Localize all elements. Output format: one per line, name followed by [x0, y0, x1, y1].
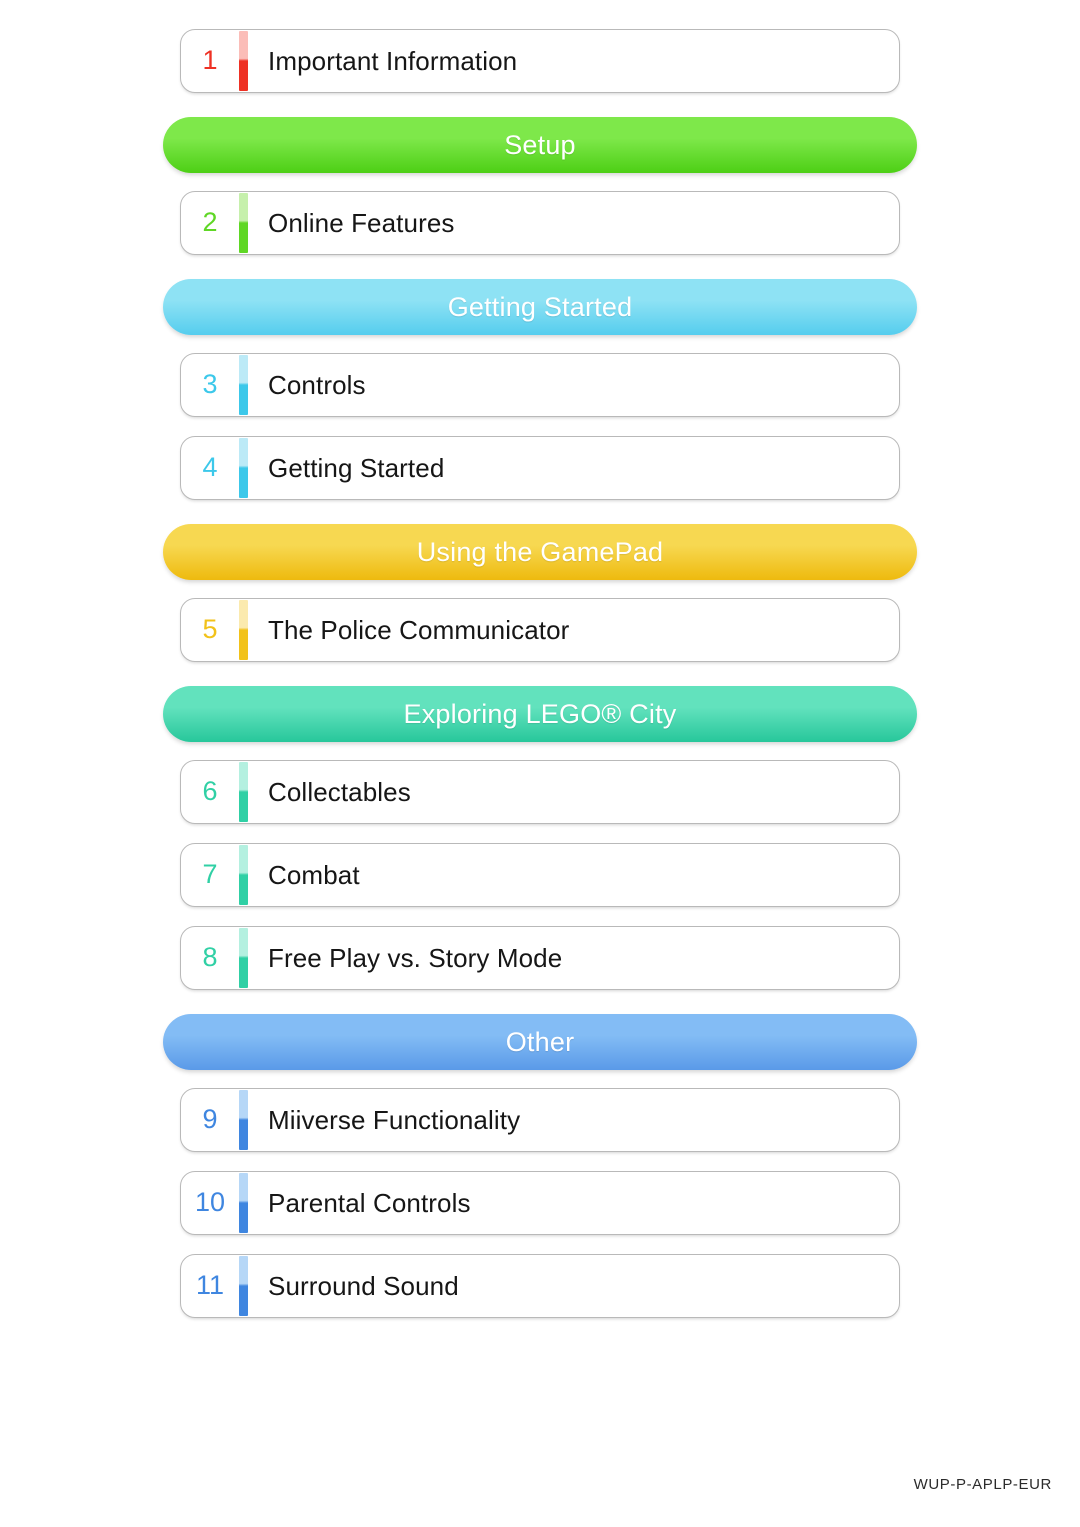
toc-entry-label: Controls [268, 369, 366, 400]
toc-entry-number: 9 [202, 1104, 218, 1134]
section-header-exploring-lego-city: Exploring LEGO® City [163, 686, 917, 742]
section-header-other: Other [163, 1014, 917, 1070]
product-code-label: WUP-P-APLP-EUR [913, 1476, 1052, 1493]
toc-entry-number: 7 [202, 859, 218, 889]
section-header-using-the-gamepad: Using the GamePad [163, 524, 917, 580]
toc-entry-label: Combat [268, 859, 360, 890]
section-header-label: Getting Started [447, 291, 633, 322]
toc-entry-number: 3 [202, 369, 218, 399]
section-header-getting-started: Getting Started [163, 279, 917, 335]
toc-entry-number: 5 [202, 614, 218, 644]
toc-entry-color-bar [239, 31, 248, 91]
toc-entry-1[interactable]: 1 Important Information [180, 29, 900, 93]
toc-entry-number: 11 [195, 1270, 225, 1300]
toc-entry-label: Miiverse Functionality [268, 1104, 521, 1135]
section-header-setup: Setup [163, 117, 917, 173]
section-header-label: Using the GamePad [416, 536, 664, 567]
section-header-label: Other [505, 1026, 575, 1057]
toc-entry-label: Parental Controls [268, 1187, 471, 1218]
table-of-contents: 1 Important Information Setup 2 Online Featu… [0, 0, 1080, 1318]
toc-entry-11[interactable]: 11 Surround Sound [180, 1254, 900, 1318]
toc-entry-label: Surround Sound [268, 1270, 459, 1301]
toc-entry-4[interactable]: 4 Getting Started [180, 436, 900, 500]
toc-entry-color-bar [239, 1090, 248, 1150]
toc-entry-label: Getting Started [268, 452, 445, 483]
toc-entry-number: 6 [202, 776, 218, 806]
toc-entry-10[interactable]: 10 Parental Controls [180, 1171, 900, 1235]
toc-entry-number: 2 [202, 207, 218, 237]
toc-entry-number: 10 [194, 1187, 226, 1217]
toc-entry-number: 4 [202, 452, 218, 482]
toc-entry-number: 8 [202, 942, 218, 972]
toc-entry-label: Collectables [268, 776, 411, 807]
toc-entry-label: Important Information [268, 45, 518, 76]
toc-entry-3[interactable]: 3 Controls [180, 353, 900, 417]
toc-entry-color-bar [239, 438, 248, 498]
toc-entry-number: 1 [202, 45, 218, 75]
section-header-label: Setup [504, 129, 576, 160]
toc-entry-8[interactable]: 8 Free Play vs. Story Mode [180, 926, 900, 990]
toc-entry-color-bar [239, 762, 248, 822]
toc-entry-color-bar [239, 1173, 248, 1233]
toc-entry-2[interactable]: 2 Online Features [180, 191, 900, 255]
toc-entry-label: Online Features [268, 207, 455, 238]
section-header-label: Exploring LEGO® City [403, 698, 677, 729]
toc-entry-color-bar [239, 600, 248, 660]
toc-entry-color-bar [239, 845, 248, 905]
toc-entry-label: Free Play vs. Story Mode [268, 942, 563, 973]
toc-entry-6[interactable]: 6 Collectables [180, 760, 900, 824]
toc-entry-color-bar [239, 355, 248, 415]
toc-entry-color-bar [239, 1256, 248, 1316]
toc-entry-label: The Police Communicator [268, 614, 570, 645]
toc-entry-7[interactable]: 7 Combat [180, 843, 900, 907]
toc-entry-color-bar [239, 928, 248, 988]
toc-entry-9[interactable]: 9 Miiverse Functionality [180, 1088, 900, 1152]
toc-entry-color-bar [239, 193, 248, 253]
toc-entry-5[interactable]: 5 The Police Communicator [180, 598, 900, 662]
